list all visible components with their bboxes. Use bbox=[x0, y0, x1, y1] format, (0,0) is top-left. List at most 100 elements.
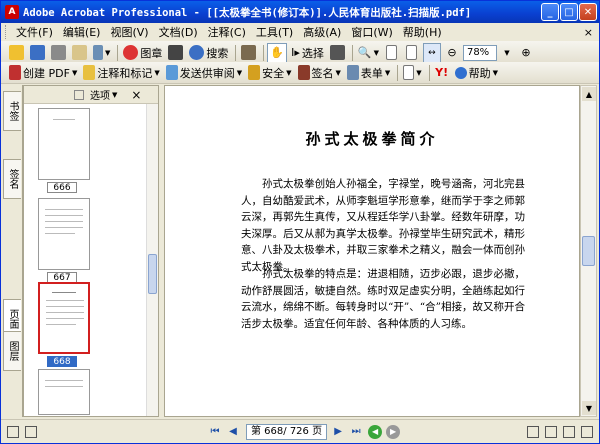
document-close-button[interactable]: × bbox=[584, 26, 593, 39]
page-thumbnail[interactable] bbox=[38, 108, 90, 180]
window-title: Adobe Acrobat Professional - [[太极拳全书(修订本… bbox=[23, 6, 472, 19]
search-button[interactable]: 搜索 bbox=[187, 43, 230, 63]
menu-comments[interactable]: 注释(C) bbox=[203, 24, 251, 40]
select-tool-button[interactable]: I▸ 选择 bbox=[289, 43, 326, 63]
zoom-out-button[interactable]: ⊖ bbox=[443, 43, 461, 63]
review-icon bbox=[165, 65, 178, 80]
pictures-button[interactable]: 图章 bbox=[121, 43, 164, 63]
document-scrollbar[interactable]: ▲ ▼ bbox=[580, 85, 597, 417]
sign-button[interactable]: 签名 ▼ bbox=[296, 63, 343, 83]
prev-page-button[interactable]: ◀ bbox=[225, 424, 241, 440]
panel-scroll-thumb[interactable] bbox=[148, 254, 157, 294]
page-layout-icon[interactable] bbox=[7, 425, 19, 438]
comment-label: 注释和标记 bbox=[97, 66, 153, 80]
panel-scrollbar[interactable] bbox=[146, 104, 158, 416]
review-label: 发送供审阅 bbox=[179, 66, 235, 80]
menu-file[interactable]: 文件(F) bbox=[11, 24, 58, 40]
panel-close-button[interactable]: × bbox=[131, 88, 141, 102]
stamp-icon bbox=[123, 45, 139, 60]
minimize-button[interactable]: _ bbox=[541, 3, 559, 21]
attach-button[interactable]: ▼ bbox=[91, 43, 112, 63]
tab-layers[interactable]: 图层 bbox=[3, 331, 21, 371]
comment-icon bbox=[83, 65, 96, 80]
next-page-button[interactable]: ▶ bbox=[330, 424, 346, 440]
maximize-button[interactable]: □ bbox=[560, 3, 578, 21]
help-button[interactable]: 帮助 ▼ bbox=[453, 63, 500, 83]
page-layout-two-icon[interactable] bbox=[25, 425, 37, 438]
acrobat-logo-icon: A bbox=[5, 5, 19, 19]
menu-tools[interactable]: 工具(T) bbox=[251, 24, 298, 40]
fit-width-button[interactable]: ↔ bbox=[422, 42, 441, 63]
panel-options-button[interactable]: 选项 bbox=[90, 87, 110, 102]
scroll-up-arrow-icon[interactable]: ▲ bbox=[582, 87, 596, 101]
zoom-input[interactable]: 78% bbox=[462, 44, 497, 61]
binoculars-button[interactable] bbox=[166, 43, 185, 63]
tab-signatures[interactable]: 签名 bbox=[3, 159, 21, 199]
zoom-in-button[interactable]: ⊕ bbox=[517, 43, 535, 63]
menu-document[interactable]: 文档(D) bbox=[154, 24, 203, 40]
menu-advanced[interactable]: 高级(A) bbox=[298, 24, 346, 40]
continuous-icon[interactable] bbox=[545, 425, 557, 438]
forms-button[interactable]: 表单 ▼ bbox=[345, 63, 392, 83]
zoom-tool-button[interactable]: 🔍 ▼ bbox=[356, 43, 381, 63]
fit-width-icon: ↔ bbox=[428, 47, 436, 58]
yahoo-button[interactable]: Y! bbox=[433, 63, 451, 83]
toolbar-separator bbox=[235, 44, 237, 61]
pictures-label: 图章 bbox=[140, 46, 163, 60]
send-review-button[interactable]: 发送供审阅 ▼ bbox=[164, 63, 244, 83]
menu-view[interactable]: 视图(V) bbox=[105, 24, 153, 40]
snapshot-button[interactable] bbox=[328, 43, 347, 63]
back-view-button[interactable]: ◀ bbox=[368, 424, 383, 439]
page-total: / 726 页 bbox=[283, 425, 323, 437]
email-button[interactable] bbox=[70, 43, 89, 63]
menu-help[interactable]: 帮助(H) bbox=[398, 24, 447, 40]
comment-markup-button[interactable]: 注释和标记 ▼ bbox=[81, 63, 161, 83]
actual-size-button[interactable] bbox=[383, 43, 401, 63]
hand-tool-button[interactable]: ✋ bbox=[267, 42, 288, 63]
page-thumbnail[interactable] bbox=[38, 369, 90, 415]
thumbnail-label: 666 bbox=[47, 182, 77, 193]
create-pdf-button[interactable]: 创建 PDF ▼ bbox=[7, 63, 79, 83]
print-icon bbox=[51, 45, 66, 60]
close-button[interactable]: ✕ bbox=[579, 3, 597, 21]
security-button[interactable]: 安全 ▼ bbox=[246, 63, 293, 83]
navigation-tabs: 书签 签名 页面 图层 bbox=[1, 85, 23, 417]
forward-view-button[interactable]: ▶ bbox=[386, 424, 401, 439]
facing-icon[interactable] bbox=[563, 425, 575, 438]
snapshot-icon bbox=[329, 45, 345, 60]
plus-icon: ⊕ bbox=[521, 46, 531, 59]
toolbar-separator bbox=[263, 44, 265, 61]
menu-edit[interactable]: 编辑(E) bbox=[58, 24, 106, 40]
page-number-input[interactable]: 第 668/ 726 页 bbox=[246, 423, 328, 440]
title-bar[interactable]: A Adobe Acrobat Professional - [[太极拳全书(修… bbox=[1, 1, 599, 23]
document-heading: 孙式太极拳简介 bbox=[305, 130, 439, 148]
fit-page-button[interactable] bbox=[403, 43, 421, 63]
page-thumbnail[interactable] bbox=[38, 198, 90, 270]
camera-button[interactable] bbox=[239, 43, 258, 63]
zoom-dropdown[interactable]: ▼ bbox=[497, 43, 515, 63]
forms-label: 表单 bbox=[360, 66, 383, 80]
menu-window[interactable]: 窗口(W) bbox=[346, 24, 397, 40]
scroll-down-arrow-icon[interactable]: ▼ bbox=[582, 401, 596, 415]
first-page-button[interactable]: ⏮ bbox=[207, 424, 223, 440]
page-thumbnail-selected[interactable] bbox=[38, 282, 90, 354]
camera-icon bbox=[241, 45, 257, 60]
document-view: 孙式太极拳简介 孙式太极拳创始人孙福全，字禄堂，晚号涵斋，河北完县人，自幼酷爱武… bbox=[164, 85, 580, 417]
open-button[interactable] bbox=[7, 43, 26, 63]
minus-icon: ⊖ bbox=[447, 46, 457, 59]
search-icon bbox=[189, 45, 205, 60]
tab-bookmarks[interactable]: 书签 bbox=[3, 91, 21, 131]
continuous-facing-icon[interactable] bbox=[581, 425, 593, 438]
single-page-icon[interactable] bbox=[527, 425, 539, 438]
panel-delete-icon[interactable] bbox=[74, 89, 84, 100]
save-button[interactable] bbox=[28, 43, 47, 63]
magnifier-icon: 🔍 bbox=[357, 46, 372, 59]
fit-page-icon bbox=[406, 45, 418, 60]
pages-icon bbox=[403, 65, 415, 80]
create-pdf-icon bbox=[9, 65, 21, 80]
last-page-button[interactable]: ⏭ bbox=[348, 424, 364, 440]
print-button[interactable] bbox=[49, 43, 68, 63]
status-bar: ⏮ ◀ 第 668/ 726 页 ▶ ⏭ ◀ ▶ bbox=[1, 419, 599, 443]
document-scroll-thumb[interactable] bbox=[582, 236, 595, 266]
organize-button[interactable]: ▼ bbox=[401, 63, 423, 83]
